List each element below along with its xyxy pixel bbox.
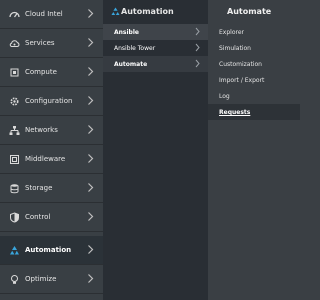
secondary-nav-label: Ansible Tower bbox=[114, 45, 156, 52]
primary-nav-label: Automation bbox=[25, 246, 72, 254]
database-icon bbox=[10, 184, 19, 194]
secondary-nav-label: Ansible bbox=[114, 29, 139, 36]
cloud-gear-icon bbox=[9, 40, 20, 47]
chevron-right-icon bbox=[195, 59, 200, 68]
chevron-right-icon bbox=[88, 212, 94, 221]
primary-nav-label: Control bbox=[25, 213, 51, 221]
chevron-right-icon bbox=[88, 274, 94, 283]
primary-nav-item-middleware[interactable]: Middleware bbox=[0, 145, 103, 174]
shield-icon bbox=[10, 212, 19, 223]
primary-nav-item-control[interactable]: Control bbox=[0, 203, 103, 232]
primary-nav-label: Compute bbox=[25, 68, 57, 76]
tertiary-nav-item-import-export[interactable]: Import / Export bbox=[208, 72, 300, 88]
chevron-right-icon bbox=[195, 27, 200, 36]
primary-nav-item-networks[interactable]: Networks bbox=[0, 116, 103, 145]
tertiary-nav-label: Import / Export bbox=[219, 77, 265, 84]
secondary-nav-label: Automate bbox=[114, 61, 148, 68]
primary-nav-label: Configuration bbox=[25, 97, 73, 105]
tertiary-nav-item-log[interactable]: Log bbox=[208, 88, 300, 104]
primary-nav-item-automation[interactable]: Automation bbox=[0, 236, 103, 265]
primary-nav-item-optimize[interactable]: Optimize bbox=[0, 265, 103, 294]
primary-nav-item-storage[interactable]: Storage bbox=[0, 174, 103, 203]
primary-nav-label: Storage bbox=[25, 184, 53, 192]
secondary-nav-header: Automation bbox=[103, 0, 208, 25]
recycle-icon bbox=[10, 246, 19, 255]
tertiary-nav-item-explorer[interactable]: Explorer bbox=[208, 24, 300, 40]
primary-nav-label: Services bbox=[25, 39, 55, 47]
chevron-right-icon bbox=[88, 96, 94, 105]
chevron-right-icon bbox=[88, 245, 94, 254]
primary-nav-label: Middleware bbox=[25, 155, 66, 163]
primary-nav-item-services[interactable]: Services bbox=[0, 29, 103, 58]
tertiary-nav-item-simulation[interactable]: Simulation bbox=[208, 40, 300, 56]
tertiary-nav-label: Explorer bbox=[219, 29, 244, 36]
tertiary-nav-label: Customization bbox=[219, 61, 262, 68]
tertiary-nav-label: Requests bbox=[219, 109, 251, 116]
network-icon bbox=[9, 126, 20, 135]
secondary-nav-item-automate[interactable]: Automate bbox=[103, 56, 208, 72]
primary-nav-label: Cloud Intel bbox=[25, 10, 63, 18]
gear-icon bbox=[10, 97, 19, 106]
chevron-right-icon bbox=[88, 183, 94, 192]
chevron-right-icon bbox=[88, 125, 94, 134]
tertiary-nav: Automate Explorer Simulation Customizati… bbox=[208, 0, 300, 300]
dashboard-icon bbox=[9, 11, 20, 18]
primary-nav-label: Optimize bbox=[25, 275, 57, 283]
chevron-right-icon bbox=[88, 67, 94, 76]
recycle-icon bbox=[111, 7, 120, 15]
tertiary-nav-item-requests[interactable]: Requests bbox=[208, 104, 300, 120]
primary-nav-item-cloud-intel[interactable]: Cloud Intel bbox=[0, 0, 103, 29]
tertiary-nav-label: Log bbox=[219, 93, 230, 100]
chevron-right-icon bbox=[88, 38, 94, 47]
secondary-nav-item-ansible-tower[interactable]: Ansible Tower bbox=[103, 40, 208, 56]
chevron-right-icon bbox=[195, 43, 200, 52]
tertiary-nav-title: Automate bbox=[227, 7, 272, 16]
primary-nav-label: Networks bbox=[25, 126, 58, 134]
chevron-right-icon bbox=[88, 154, 94, 163]
primary-nav-item-configuration[interactable]: Configuration bbox=[0, 87, 103, 116]
secondary-nav: Automation Ansible Ansible Tower Automat… bbox=[103, 0, 208, 300]
tertiary-nav-header: Automate bbox=[208, 0, 300, 25]
cpu-chip-icon bbox=[10, 68, 19, 77]
tertiary-nav-item-customization[interactable]: Customization bbox=[208, 56, 300, 72]
tertiary-nav-label: Simulation bbox=[219, 45, 251, 52]
secondary-nav-title: Automation bbox=[121, 7, 174, 16]
chevron-right-icon bbox=[88, 9, 94, 18]
primary-nav: Cloud Intel Services Compute Configurati… bbox=[0, 0, 103, 300]
secondary-nav-item-ansible[interactable]: Ansible bbox=[103, 24, 208, 40]
primary-nav-item-compute[interactable]: Compute bbox=[0, 58, 103, 87]
middleware-icon bbox=[10, 155, 19, 164]
lightbulb-icon bbox=[11, 275, 18, 284]
